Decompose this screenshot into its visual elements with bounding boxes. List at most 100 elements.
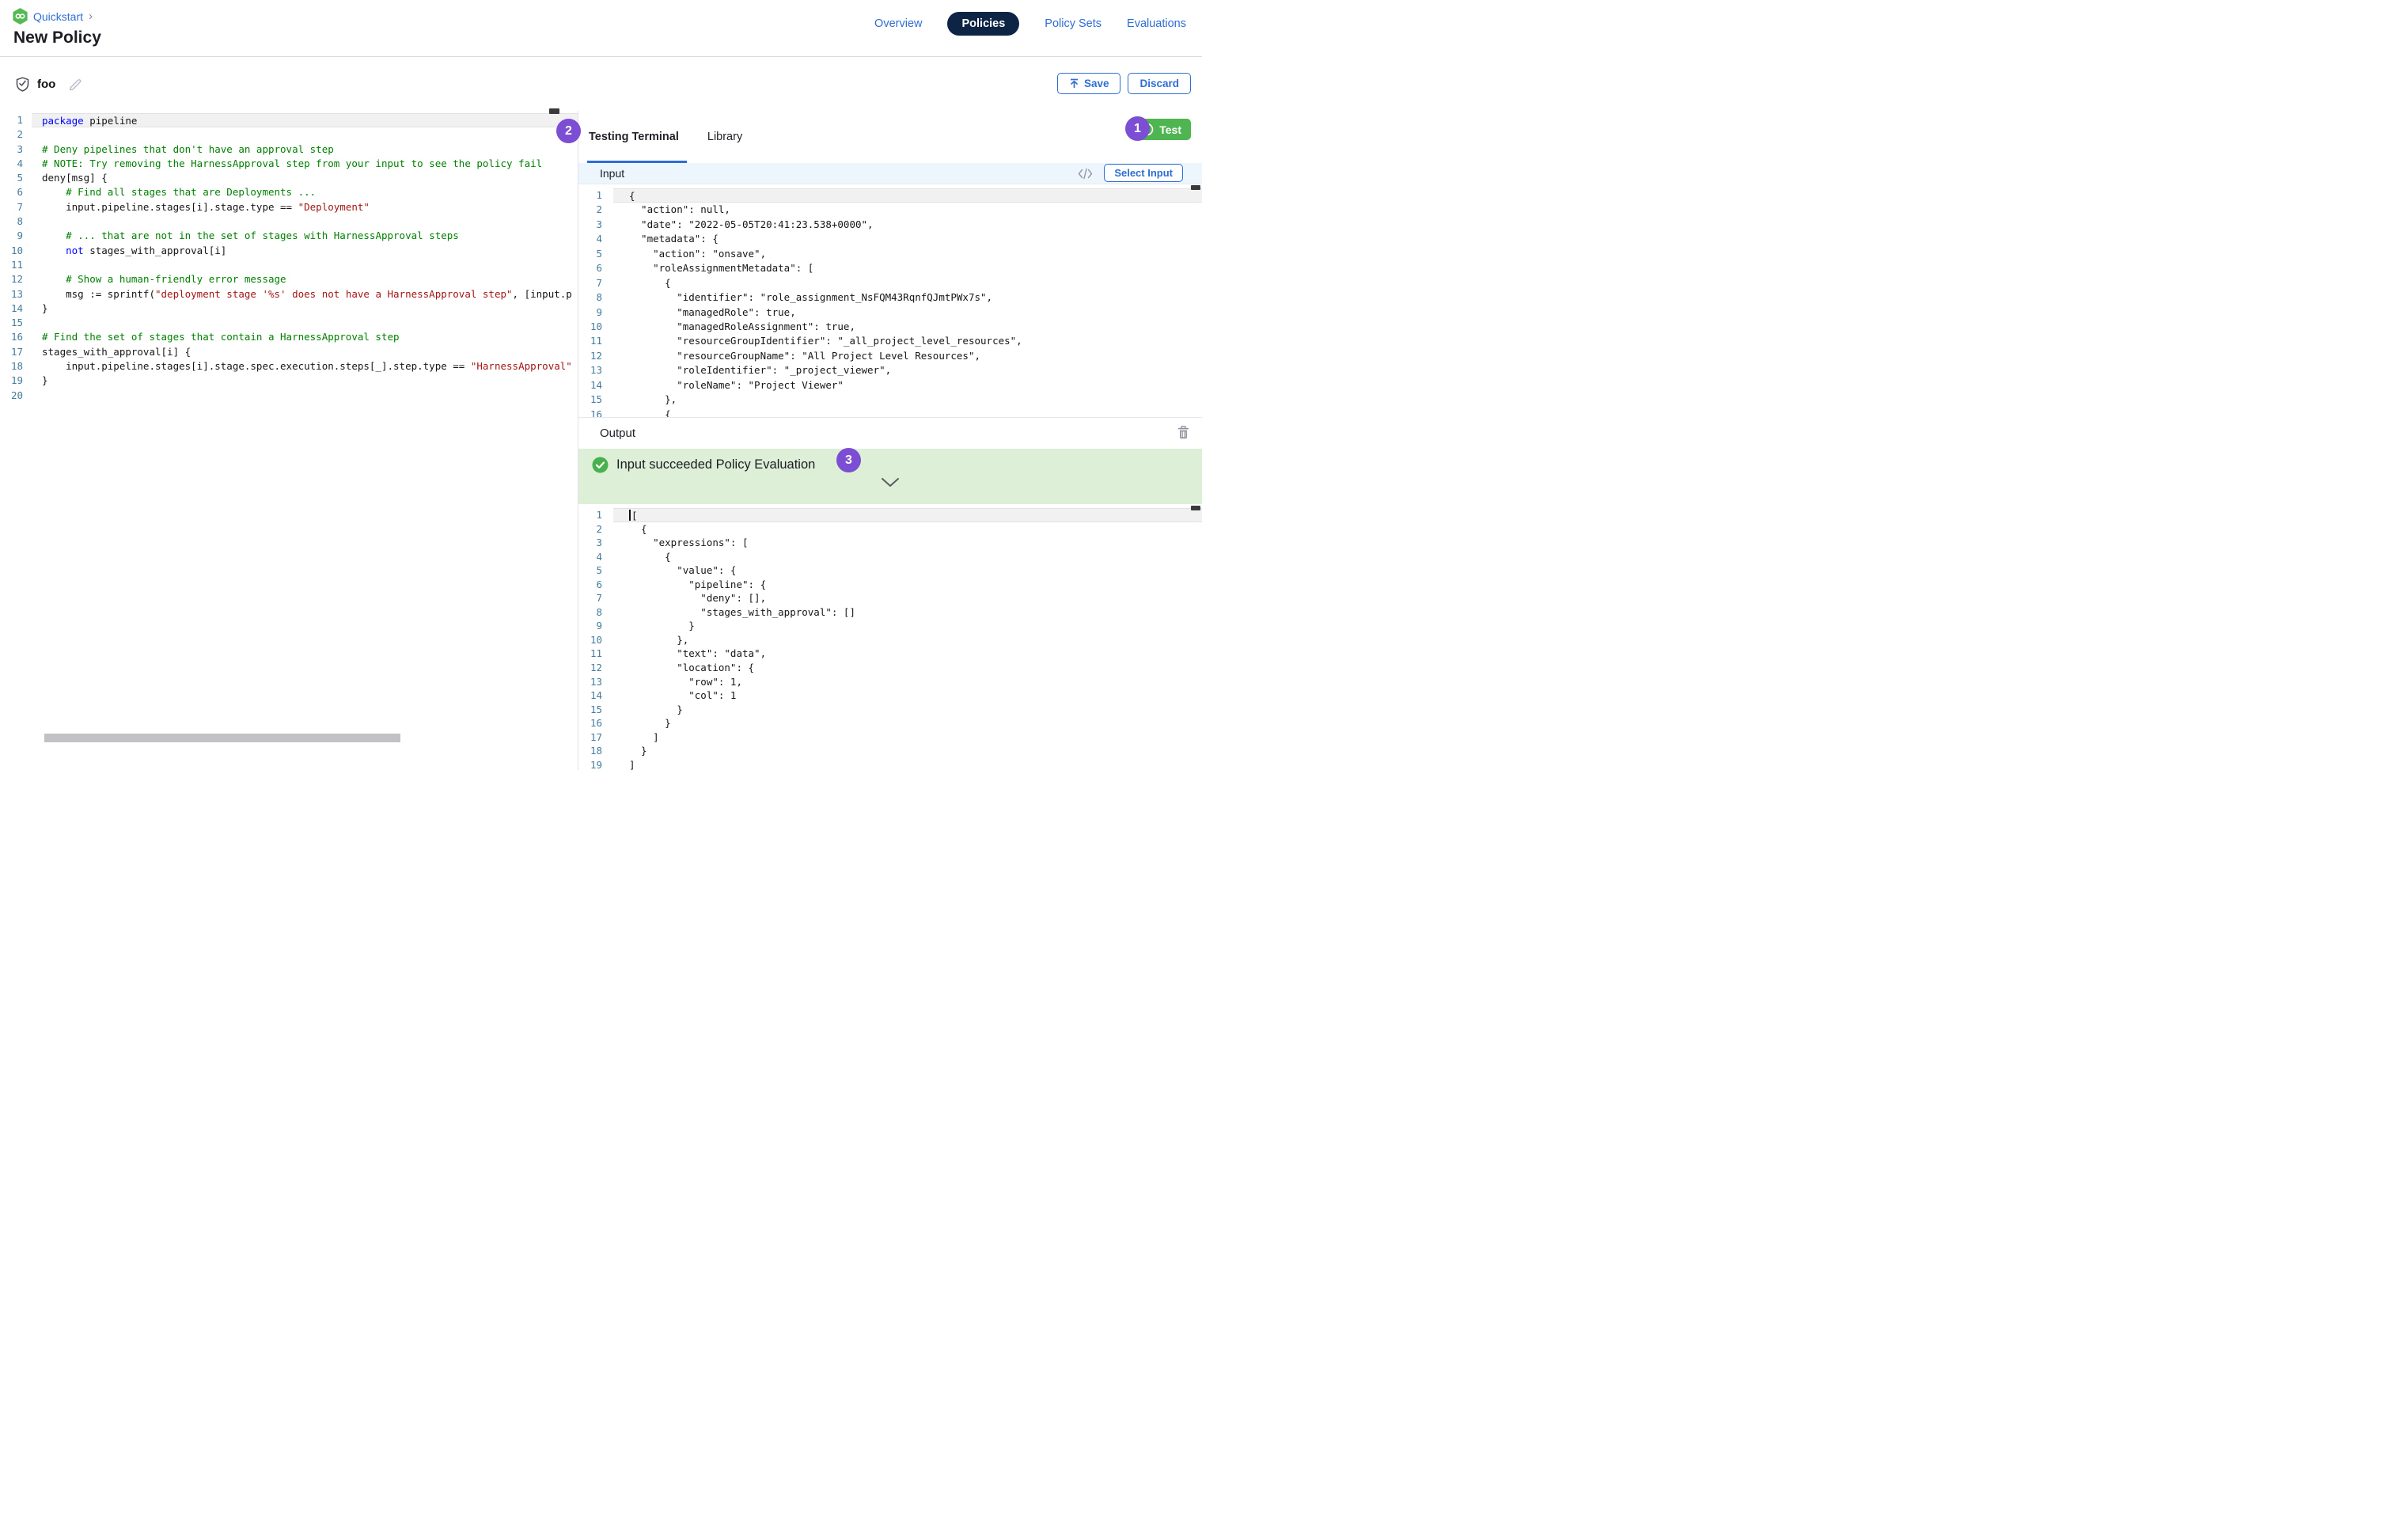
code-line: 13 "row": 1, [578,675,1202,689]
code-line: 7 { [578,276,1202,290]
code-line: 11 "resourceGroupIdentifier": "_all_proj… [578,334,1202,348]
code-line: 6 "roleAssignmentMetadata": [ [578,261,1202,275]
panel-tabs: Testing Terminal Library [578,111,1202,163]
horizontal-scrollbar[interactable] [44,734,400,742]
output-json-editor[interactable]: 1[2 {3 "expressions": [4 {5 "value": {6 … [578,504,1202,770]
breadcrumb: Quickstart › [13,8,93,25]
save-button[interactable]: Save [1057,73,1121,94]
code-line: 5deny[msg] { [0,171,578,185]
code-line: 7 input.pipeline.stages[i].stage.type ==… [0,200,578,214]
code-line: 3 "expressions": [ [578,536,1202,550]
tab-testing-terminal[interactable]: Testing Terminal [589,111,679,163]
breadcrumb-project-link[interactable]: Quickstart [33,10,83,23]
code-line: 15 }, [578,393,1202,407]
code-line: 14} [0,302,578,316]
page-header: Quickstart › New Policy Overview Policie… [0,0,1202,57]
test-label: Test [1159,123,1181,136]
code-line: 2 { [578,522,1202,537]
code-line: 18 } [578,744,1202,758]
code-line: 8 [0,214,578,229]
code-line: 5 "value": { [578,563,1202,578]
code-line: 4 "metadata": { [578,232,1202,246]
module-nav: Overview Policies Policy Sets Evaluation… [874,11,1186,36]
code-line: 2 [0,127,578,142]
code-line: 15 [0,316,578,330]
code-line: 5 "action": "onsave", [578,247,1202,261]
code-line: 15 } [578,703,1202,717]
code-line: 17 ] [578,730,1202,745]
code-line: 1{ [578,188,1202,203]
discard-label: Discard [1139,78,1179,89]
code-line: 8 "identifier": "role_assignment_NsFQM43… [578,290,1202,305]
annotation-badge-3: 3 [836,448,861,472]
output-label: Output [578,427,635,440]
policy-name-row: foo [16,77,82,92]
chevron-down-icon[interactable] [881,477,900,487]
code-line: 8 "stages_with_approval": [] [578,605,1202,620]
policy-code-editor[interactable]: 1package pipeline23# Deny pipelines that… [0,111,578,770]
edit-name-button[interactable] [68,78,82,92]
breadcrumb-chevron-icon: › [89,11,93,22]
shield-check-icon [16,77,29,92]
code-line: 16 { [578,408,1202,417]
upload-icon [1069,78,1079,89]
edit-pencil-icon [68,78,82,92]
code-line: 12 "location": { [578,661,1202,675]
code-line: 2 "action": null, [578,203,1202,217]
input-json-editor[interactable]: 1{2 "action": null,3 "date": "2022-05-05… [578,184,1202,417]
nav-evaluations[interactable]: Evaluations [1127,17,1186,30]
discard-button[interactable]: Discard [1128,73,1191,94]
input-section-header: Input Select Input [578,163,1202,184]
code-line: 16 } [578,716,1202,730]
workspace: 1package pipeline23# Deny pipelines that… [0,111,1202,770]
testing-panel: Testing Terminal Library Test 2 1 Input [578,111,1202,770]
code-line: 3# Deny pipelines that don't have an app… [0,142,578,157]
code-line: 9 # ... that are not in the set of stage… [0,229,578,243]
select-input-button[interactable]: Select Input [1104,164,1183,182]
code-line: 19] [578,758,1202,770]
annotation-badge-1: 1 [1125,116,1150,141]
output-section-header: Output [578,417,1202,449]
evaluation-success-banner: Input succeeded Policy Evaluation 3 [578,449,1202,504]
page-title: New Policy [13,28,101,47]
code-line: 11 [0,258,578,272]
save-label: Save [1084,78,1109,89]
code-line: 1[ [578,508,1202,522]
code-line: 13 msg := sprintf("deployment stage '%s'… [0,287,578,302]
code-line: 10 not stages_with_approval[i] [0,244,578,258]
check-circle-icon [592,457,609,477]
input-scroll-marker [1191,185,1200,190]
code-line: 16# Find the set of stages that contain … [0,330,578,344]
code-line: 4# NOTE: Try removing the HarnessApprova… [0,157,578,171]
code-line: 12 # Show a human-friendly error message [0,272,578,286]
code-line: 14 "col": 1 [578,688,1202,703]
code-line: 12 "resourceGroupName": "All Project Lev… [578,349,1202,363]
code-line: 9 } [578,619,1202,633]
annotation-badge-2: 2 [556,119,581,143]
code-line: 9 "managedRole": true, [578,305,1202,320]
trash-icon[interactable] [1177,426,1189,439]
output-scroll-marker [1191,506,1200,510]
code-line: 6 "pipeline": { [578,578,1202,592]
code-icon[interactable] [1076,166,1094,181]
code-line: 13 "roleIdentifier": "_project_viewer", [578,363,1202,377]
code-line: 10 "managedRoleAssignment": true, [578,320,1202,334]
policy-name: foo [37,78,55,91]
policy-scroll-marker [549,108,559,114]
code-line: 19} [0,374,578,388]
nav-policy-sets[interactable]: Policy Sets [1045,17,1102,30]
policy-editor-page: Quickstart › New Policy Overview Policie… [0,0,1202,770]
code-line: 11 "text": "data", [578,647,1202,661]
code-line: 1package pipeline [0,113,578,127]
tab-library[interactable]: Library [707,111,742,163]
code-line: 17stages_with_approval[i] { [0,345,578,359]
code-line: 3 "date": "2022-05-05T20:41:23.538+0000"… [578,218,1202,232]
code-line: 6 # Find all stages that are Deployments… [0,185,578,199]
code-line: 7 "deny": [], [578,591,1202,605]
nav-overview[interactable]: Overview [874,17,922,30]
code-line: 4 { [578,550,1202,564]
nav-policies[interactable]: Policies [947,12,1019,36]
code-line: 14 "roleName": "Project Viewer" [578,378,1202,393]
input-label: Input [578,167,624,180]
toolbar-buttons: Save Discard [1057,73,1191,94]
